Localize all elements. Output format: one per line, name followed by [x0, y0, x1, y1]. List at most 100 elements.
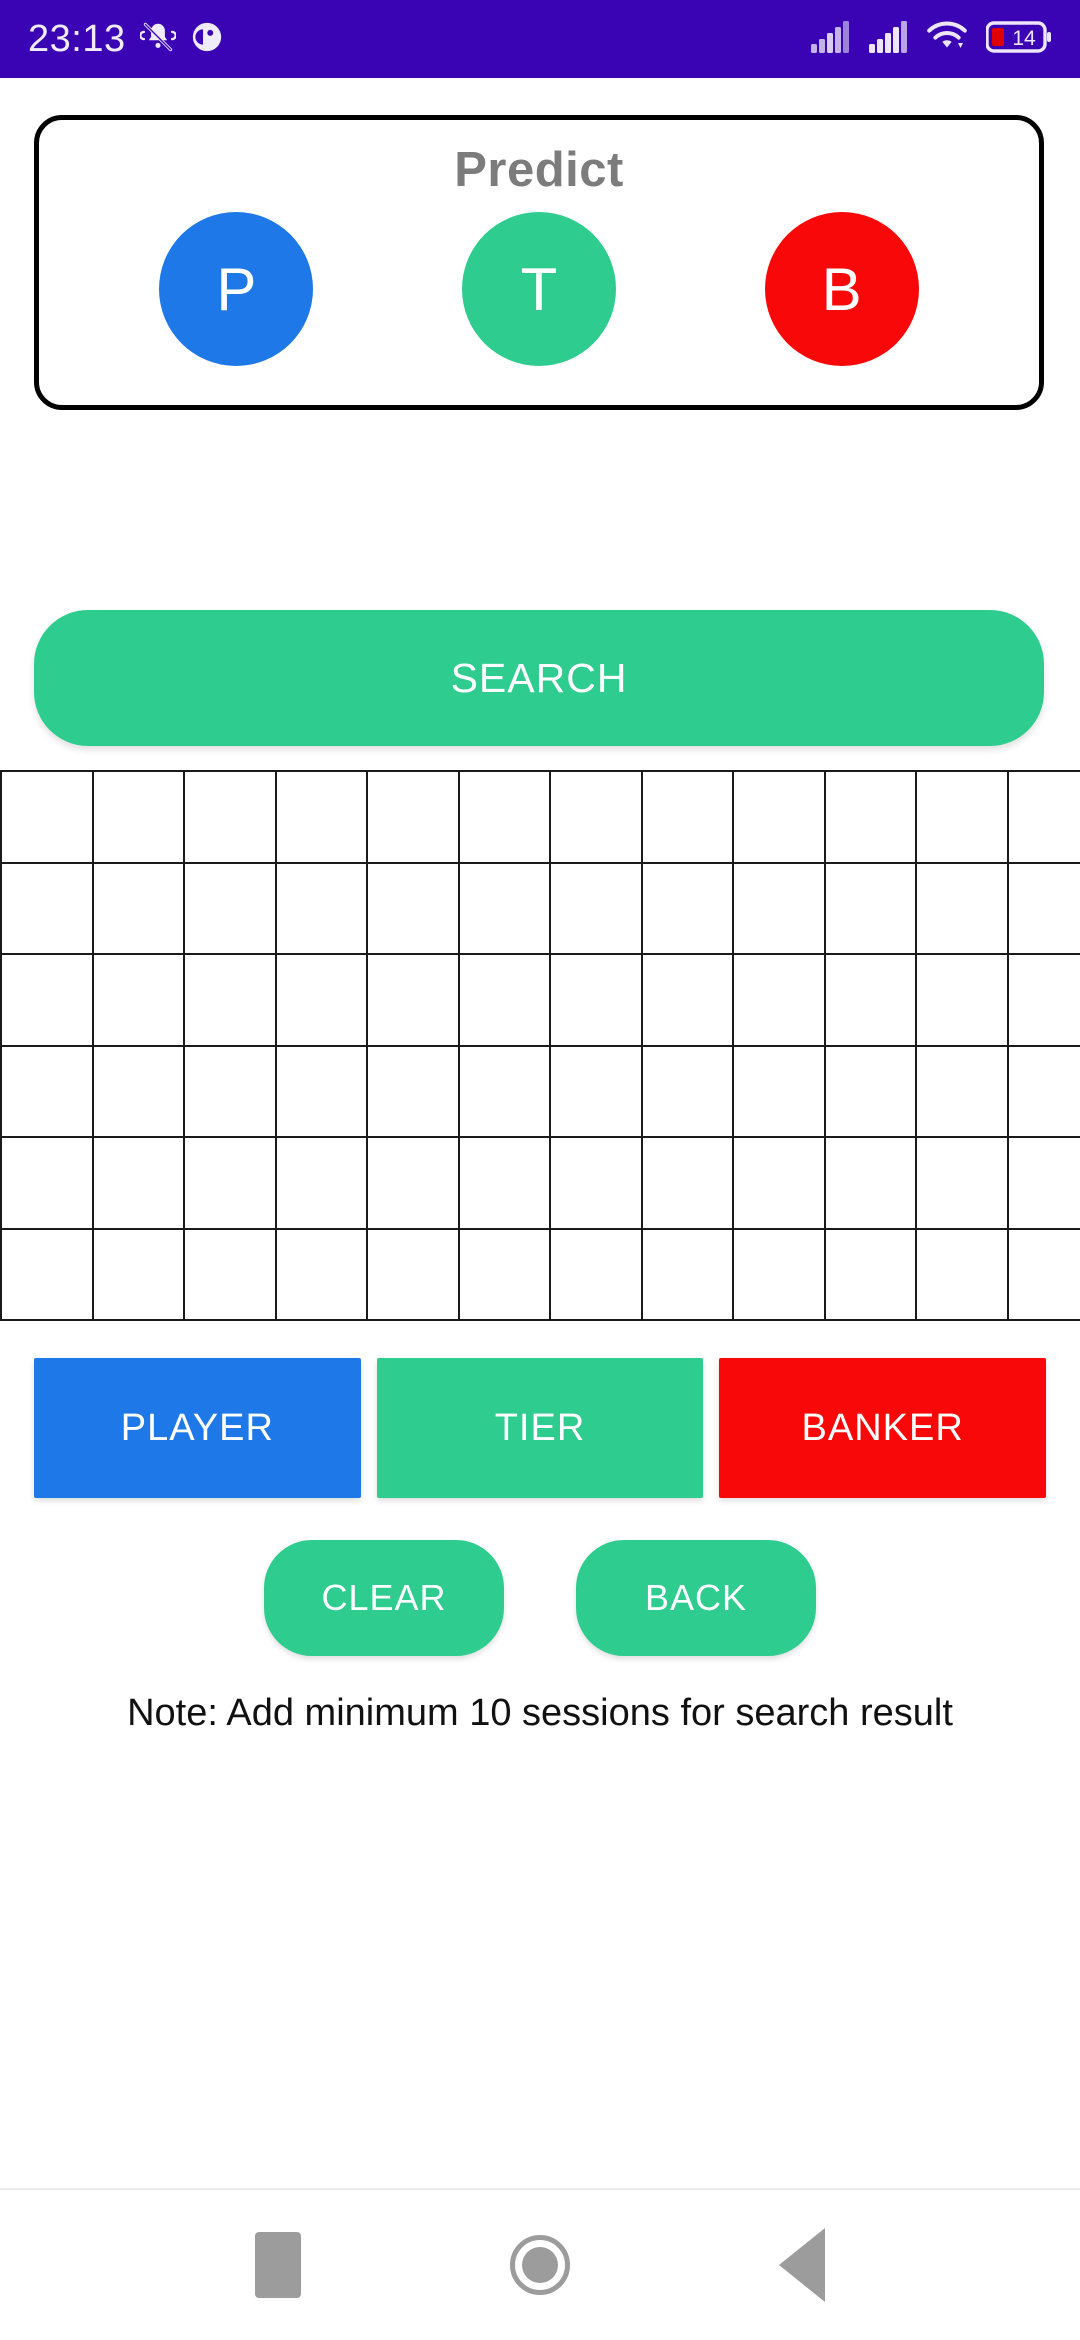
predict-option-banker-label: B [821, 255, 862, 323]
grid-cell[interactable] [93, 1046, 185, 1138]
app-circle-icon [190, 20, 224, 59]
grid-cell[interactable] [459, 955, 551, 1047]
grid-cell[interactable] [459, 1229, 551, 1321]
grid-cell[interactable] [642, 1138, 734, 1230]
predict-option-banker[interactable]: B [764, 212, 919, 366]
results-grid[interactable] [0, 770, 1080, 1321]
recents-square-icon[interactable] [254, 2232, 301, 2298]
grid-cell[interactable] [459, 1138, 551, 1230]
grid-cell[interactable] [2, 1229, 94, 1321]
grid-cell[interactable] [2, 1046, 94, 1138]
grid-cell[interactable] [276, 1046, 368, 1138]
grid-cell[interactable] [93, 863, 185, 955]
grid-cell[interactable] [93, 772, 185, 864]
grid-cell[interactable] [734, 1138, 826, 1230]
grid-cell[interactable] [93, 955, 185, 1047]
grid-cell[interactable] [2, 1138, 94, 1230]
clear-button[interactable]: CLEAR [264, 1540, 504, 1656]
grid-cell[interactable] [642, 1046, 734, 1138]
grid-cell[interactable] [185, 772, 277, 864]
grid-cell[interactable] [368, 1138, 460, 1230]
search-button[interactable]: SEARCH [34, 610, 1044, 746]
grid-cell[interactable] [93, 1138, 185, 1230]
grid-cell[interactable] [825, 1229, 917, 1321]
grid-cell[interactable] [276, 955, 368, 1047]
grid-cell[interactable] [734, 863, 826, 955]
back-button[interactable]: BACK [576, 1540, 816, 1656]
grid-cell[interactable] [917, 772, 1009, 864]
grid-cell[interactable] [642, 1229, 734, 1321]
grid-cell[interactable] [185, 1229, 277, 1321]
grid-cell[interactable] [917, 863, 1009, 955]
bell-muted-icon [138, 19, 177, 60]
grid-cell[interactable] [185, 955, 277, 1047]
app-screen: 23:13 14 Predict P T B SEARCH PLAYER TIE… [0, 0, 1080, 2340]
grid-cell[interactable] [368, 1229, 460, 1321]
status-bar-right: 14 [810, 20, 1052, 58]
grid-cell[interactable] [734, 1229, 826, 1321]
svg-text:14: 14 [1012, 27, 1036, 50]
grid-cell[interactable] [734, 955, 826, 1047]
grid-cell[interactable] [368, 863, 460, 955]
grid-cell[interactable] [642, 772, 734, 864]
predict-title: Predict [454, 143, 624, 197]
grid-cell[interactable] [1008, 1138, 1080, 1230]
grid-cell[interactable] [276, 1138, 368, 1230]
grid-cell[interactable] [917, 955, 1009, 1047]
grid-cell[interactable] [276, 1229, 368, 1321]
predict-option-tie-label: T [520, 255, 558, 323]
grid-cell[interactable] [917, 1046, 1009, 1138]
grid-cell[interactable] [368, 772, 460, 864]
grid-cell[interactable] [734, 1046, 826, 1138]
grid-cell[interactable] [551, 772, 643, 864]
home-circle-icon[interactable] [509, 2235, 570, 2295]
player-button[interactable]: PLAYER [34, 1358, 361, 1498]
grid-cell[interactable] [825, 772, 917, 864]
predict-options: P T B [39, 212, 1039, 366]
grid-cell[interactable] [2, 955, 94, 1047]
grid-cell[interactable] [825, 955, 917, 1047]
signal-bars-2-icon [868, 20, 908, 58]
grid-cell[interactable] [185, 863, 277, 955]
note-text: Note: Add minimum 10 sessions for search… [127, 1692, 953, 1734]
grid-cell[interactable] [551, 1138, 643, 1230]
tier-button[interactable]: TIER [376, 1358, 704, 1498]
grid-cell[interactable] [642, 955, 734, 1047]
grid-cell[interactable] [551, 1046, 643, 1138]
grid-cell[interactable] [551, 863, 643, 955]
grid-cell[interactable] [1008, 772, 1080, 864]
grid-cell[interactable] [551, 955, 643, 1047]
grid-cell[interactable] [459, 863, 551, 955]
results-grid-container [0, 770, 1080, 1321]
grid-cell[interactable] [917, 1229, 1009, 1321]
grid-cell[interactable] [459, 772, 551, 864]
grid-cell[interactable] [642, 863, 734, 955]
predict-option-tie[interactable]: T [461, 212, 616, 366]
grid-cell[interactable] [459, 1046, 551, 1138]
grid-cell[interactable] [734, 772, 826, 864]
grid-cell[interactable] [1008, 863, 1080, 955]
grid-cell[interactable] [185, 1046, 277, 1138]
predict-option-player[interactable]: P [159, 212, 314, 366]
grid-cell[interactable] [276, 863, 368, 955]
signal-bars-icon [810, 20, 850, 58]
grid-cell[interactable] [93, 1229, 185, 1321]
grid-cell[interactable] [1008, 1229, 1080, 1321]
grid-cell[interactable] [1008, 1046, 1080, 1138]
back-triangle-icon[interactable] [779, 2228, 826, 2302]
battery-icon: 14 [985, 20, 1052, 58]
grid-cell[interactable] [825, 1138, 917, 1230]
grid-cell[interactable] [1008, 955, 1080, 1047]
grid-cell[interactable] [551, 1229, 643, 1321]
grid-cell[interactable] [368, 1046, 460, 1138]
grid-cell[interactable] [185, 1138, 277, 1230]
grid-cell[interactable] [2, 772, 94, 864]
grid-cell[interactable] [368, 955, 460, 1047]
banker-button[interactable]: BANKER [719, 1358, 1047, 1498]
grid-cell[interactable] [825, 863, 917, 955]
grid-cell[interactable] [825, 1046, 917, 1138]
grid-cell[interactable] [917, 1138, 1009, 1230]
grid-cell[interactable] [2, 863, 94, 955]
status-bar: 23:13 14 [0, 0, 1080, 78]
grid-cell[interactable] [276, 772, 368, 864]
